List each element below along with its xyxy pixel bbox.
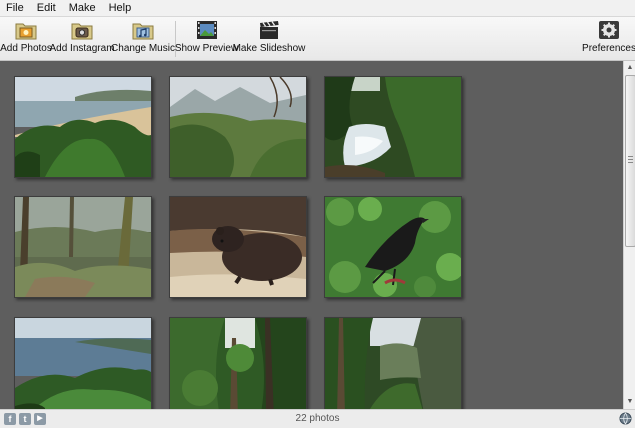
make-slideshow-label: Make Slideshow: [232, 43, 306, 54]
vertical-scrollbar[interactable]: ▲ ▼: [623, 61, 635, 409]
scrollbar-grip: [628, 156, 633, 157]
photo-thumbnail[interactable]: [169, 76, 307, 178]
photo-wombat: [170, 197, 306, 297]
add-instagram-label: Add Instagram: [49, 43, 115, 54]
photo-thumbnail[interactable]: [324, 196, 462, 298]
preferences-button[interactable]: Preferences: [582, 19, 635, 59]
scrollbar-grip: [628, 159, 633, 160]
menu-bar: File Edit Make Help: [0, 0, 635, 17]
photo-coastal-beach: [15, 77, 151, 177]
menu-help[interactable]: Help: [103, 0, 139, 16]
photo-coastal-bay: [15, 318, 151, 409]
add-instagram-button[interactable]: Add Instagram: [49, 19, 115, 59]
preferences-label: Preferences: [582, 43, 635, 54]
toolbar: Add Photos Add Instagram Change Music Sh…: [0, 17, 635, 61]
add-photos-label: Add Photos: [0, 43, 52, 54]
photo-thumbnail[interactable]: [324, 76, 462, 178]
photo-thumbnail[interactable]: [14, 196, 152, 298]
photo-thumbnail[interactable]: [169, 196, 307, 298]
menu-make[interactable]: Make: [63, 0, 103, 16]
photo-mossy-rainforest: [15, 197, 151, 297]
status-bar: f t ▶ 22 photos: [0, 409, 635, 428]
change-music-label: Change Music: [111, 43, 175, 54]
photo-tall-forest: [170, 318, 306, 409]
music-folder-icon: [132, 23, 154, 40]
clapperboard-icon: [260, 21, 279, 39]
menu-file[interactable]: File: [0, 0, 31, 16]
photo-thumbnail[interactable]: [169, 317, 307, 409]
add-photos-button[interactable]: Add Photos: [0, 19, 52, 59]
photo-thumbnail[interactable]: [324, 317, 462, 409]
show-preview-button[interactable]: Show Preview: [175, 19, 238, 59]
scroll-up-arrow-icon[interactable]: ▲: [624, 62, 635, 74]
make-slideshow-button[interactable]: Make Slideshow: [233, 19, 305, 59]
photo-thumbnail[interactable]: [14, 317, 152, 409]
show-preview-label: Show Preview: [174, 43, 239, 54]
menu-edit[interactable]: Edit: [31, 0, 63, 16]
photo-count: 22 photos: [295, 413, 340, 424]
gear-icon: [599, 21, 619, 39]
change-music-button[interactable]: Change Music: [111, 19, 175, 59]
scrollbar-grip: [628, 162, 633, 163]
photo-folder-icon: [15, 23, 37, 40]
photo-thumbnail[interactable]: [14, 76, 152, 178]
globe-icon[interactable]: [619, 412, 632, 425]
photo-forest-ravine: [325, 318, 461, 409]
scroll-down-arrow-icon[interactable]: ▼: [624, 396, 635, 408]
instagram-folder-icon: [71, 23, 93, 40]
photo-raven: [325, 197, 461, 297]
photo-green-valley: [170, 77, 306, 177]
scrollbar-thumb[interactable]: [625, 75, 635, 247]
photo-forest-waterfall: [325, 77, 461, 177]
photo-gallery[interactable]: [0, 61, 623, 409]
preview-icon: [196, 21, 217, 39]
